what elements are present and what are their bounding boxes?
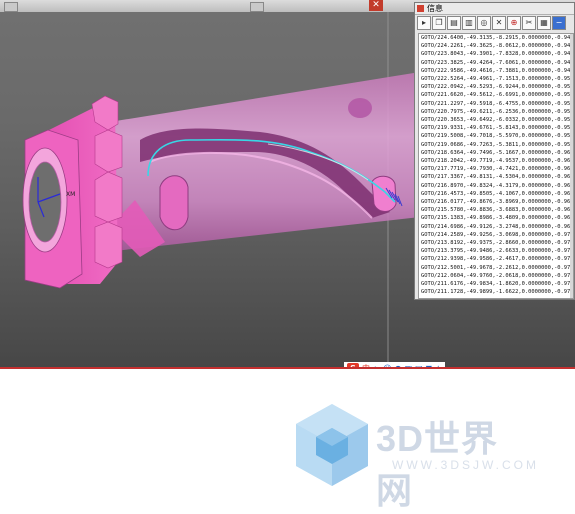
- info-line: GOTO/216.8970,-49.8324,-4.3179,0.0000000…: [421, 182, 574, 189]
- info-line: GOTO/224.6400,-49.3135,-8.2915,0.0000000…: [421, 35, 574, 41]
- info-scrollbar[interactable]: [570, 34, 573, 298]
- find-icon[interactable]: ◎: [477, 16, 491, 30]
- info-line: GOTO/215.5780,-49.8836,-3.6883,0.0000000…: [421, 207, 574, 214]
- info-line: GOTO/220.3653,-49.6492,-6.0332,0.0000000…: [421, 117, 574, 124]
- info-line: GOTO/214.6986,-49.9126,-3.2748,0.0000000…: [421, 223, 574, 230]
- info-line: GOTO/219.0686,-49.7263,-5.3811,0.0000000…: [421, 141, 574, 148]
- info-line: GOTO/219.9331,-49.6761,-5.8143,0.0000000…: [421, 125, 574, 132]
- info-line: GOTO/212.0604,-49.9760,-2.0618,0.0000000…: [421, 272, 574, 279]
- close-icon[interactable]: ✕: [492, 16, 506, 30]
- info-line: GOTO/221.2297,-49.5918,-6.4755,0.0000000…: [421, 100, 574, 107]
- info-line: GOTO/215.1383,-49.8986,-3.4809,0.0000000…: [421, 215, 574, 222]
- watermark-cube-icon: [296, 404, 368, 486]
- print-icon[interactable]: ▥: [462, 16, 476, 30]
- info-panel-title: 信息: [427, 4, 443, 13]
- tube-hole-top: [348, 98, 372, 118]
- info-line: GOTO/223.3825,-49.4264,-7.6061,0.0000000…: [421, 59, 574, 66]
- info-line: GOTO/213.3795,-49.9486,-2.6633,0.0000000…: [421, 248, 574, 255]
- info-line: GOTO/210.7279,-49.9955,-1.4635,0.0000000…: [419, 297, 573, 299]
- copy-icon[interactable]: ❐: [432, 16, 446, 30]
- window-close-icon[interactable]: ✕: [369, 0, 383, 11]
- minus-icon[interactable]: −: [552, 16, 566, 30]
- info-line: GOTO/216.0177,-49.8676,-3.8969,0.0000000…: [421, 199, 574, 206]
- paste-icon[interactable]: ▤: [447, 16, 461, 30]
- info-line: GOTO/220.7975,-49.6211,-6.2536,0.0000000…: [421, 108, 574, 115]
- info-line: GOTO/213.8192,-49.9375,-2.8660,0.0000000…: [421, 240, 574, 247]
- info-panel[interactable]: 信息 ▸ ❐ ▤ ▥ ◎ ✕ ⊕ ✂ ▦ − GOTO/224.6400,-49…: [414, 2, 575, 300]
- info-line: GOTO/221.6620,-49.5612,-6.6991,0.0000000…: [421, 92, 574, 99]
- info-line: GOTO/214.2589,-49.9256,-3.0698,0.0000000…: [421, 231, 574, 238]
- info-line: GOTO/217.7719,-49.7930,-4.7421,0.0000000…: [421, 166, 574, 173]
- status-separator: [0, 367, 575, 369]
- info-line: GOTO/211.6176,-49.9834,-1.8620,0.0000000…: [421, 281, 574, 288]
- info-line: GOTO/218.2042,-49.7719,-4.9537,0.0000000…: [421, 158, 574, 165]
- info-line: GOTO/224.2261,-49.3625,-8.0612,0.0000000…: [421, 43, 574, 50]
- toolbar-button[interactable]: [250, 2, 264, 12]
- info-line: GOTO/218.6364,-49.7496,-5.1667,0.0000000…: [421, 149, 574, 156]
- info-line: GOTO/216.4573,-49.8505,-4.1067,0.0000000…: [421, 190, 574, 197]
- info-text-area[interactable]: GOTO/224.6400,-49.3135,-8.2915,0.0000000…: [418, 33, 574, 299]
- slot-cutout: [159, 175, 189, 231]
- info-line: GOTO/219.5008,-49.7018,-5.5970,0.0000000…: [421, 133, 574, 140]
- end-cutout: [371, 175, 397, 212]
- panel-app-icon: [417, 5, 424, 12]
- watermark: 3D世界网 WWW.3DSJW.COM: [292, 400, 536, 511]
- info-line: GOTO/212.9398,-49.9586,-2.4617,0.0000000…: [421, 256, 574, 263]
- toolbar-button[interactable]: [4, 2, 18, 12]
- info-line: GOTO/212.5001,-49.9678,-2.2612,0.0000000…: [421, 264, 574, 271]
- info-line: GOTO/223.8043,-49.3901,-7.8328,0.0000000…: [421, 51, 574, 58]
- info-panel-titlebar[interactable]: 信息: [415, 3, 574, 15]
- cut-icon[interactable]: ✂: [522, 16, 536, 30]
- select-icon[interactable]: ▸: [417, 16, 431, 30]
- info-toolbar: ▸ ❐ ▤ ▥ ◎ ✕ ⊕ ✂ ▦ −: [417, 16, 566, 32]
- info-line: GOTO/217.3367,-49.8131,-4.5304,0.0000000…: [421, 174, 574, 181]
- axis-label: XM: [66, 191, 75, 198]
- save-icon[interactable]: ▦: [537, 16, 551, 30]
- info-line: GOTO/222.0942,-49.5293,-6.9244,0.0000000…: [421, 84, 574, 91]
- info-line: GOTO/222.5264,-49.4961,-7.1513,0.0000000…: [421, 76, 574, 83]
- info-line: GOTO/211.1728,-49.9899,-1.6622,0.0000000…: [421, 289, 574, 296]
- watermark-url: WWW.3DSJW.COM: [392, 458, 539, 472]
- stop-icon[interactable]: ⊕: [507, 16, 521, 30]
- info-line: GOTO/222.9586,-49.4616,-7.3881,0.0000000…: [421, 67, 574, 74]
